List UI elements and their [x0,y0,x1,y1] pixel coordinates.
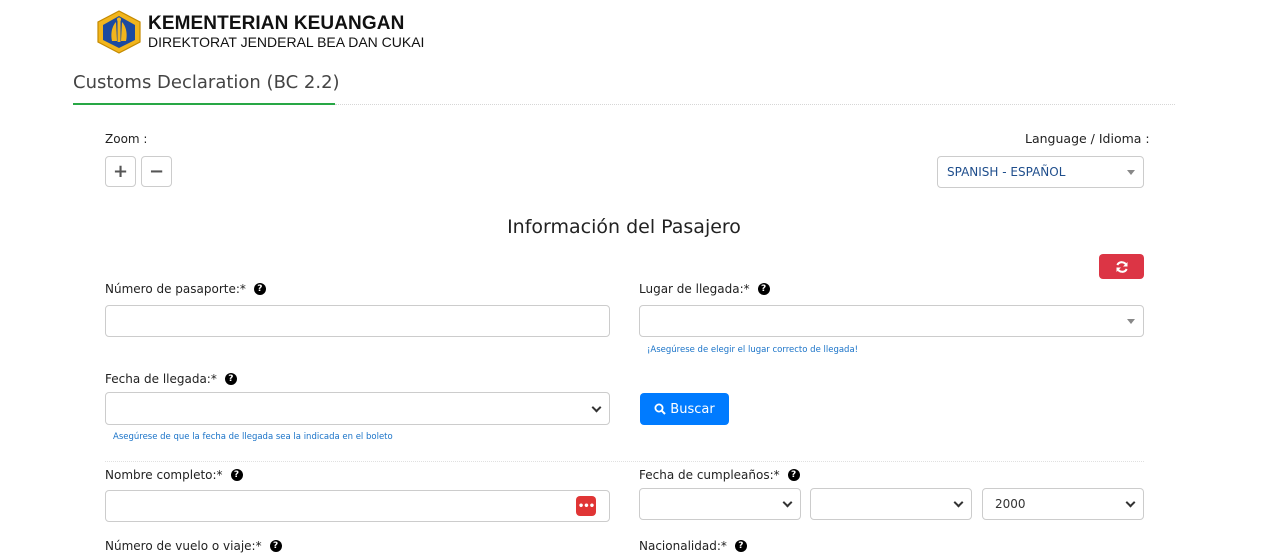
arrival-place-hint: ¡Asegúrese de elegir el lugar correcto d… [647,345,859,355]
caret-down-icon [1127,170,1135,175]
arrival-date-field-label: Fecha de llegada:* ? [105,372,237,386]
question-icon[interactable]: ? [253,283,266,295]
full-name-input[interactable]: ••• [105,490,610,522]
chevron-down-icon [591,402,602,412]
org-subtitle: DIREKTORAT JENDERAL BEA DAN CUKAI [148,34,425,51]
question-icon[interactable]: ? [734,540,747,552]
section-title: Información del Pasajero [507,216,741,238]
question-icon[interactable]: ? [224,373,237,385]
birthday-day-select[interactable] [639,488,801,520]
full-name-field-label: Nombre completo:* ? [105,468,243,482]
kemenkeu-emblem-icon [97,10,141,54]
chevron-down-icon [953,497,964,508]
language-value: SPANISH - ESPAÑOL [947,165,1066,179]
search-button[interactable]: Buscar [640,393,729,425]
header-logo: KEMENTERIAN KEUANGAN DIREKTORAT JENDERAL… [96,10,424,54]
question-icon[interactable]: ? [757,283,770,295]
chevron-down-icon [782,497,793,508]
zoom-out-button[interactable]: − [141,156,172,187]
nationality-label-text: Nacionalidad:* [639,539,727,553]
question-icon[interactable]: ? [787,469,800,481]
nationality-field-label: Nacionalidad:* ? [639,539,747,553]
passport-label-text: Número de pasaporte:* [105,282,246,296]
arrival-place-label-text: Lugar de llegada:* [639,282,750,296]
arrival-place-select[interactable] [639,305,1144,337]
title-underline [73,103,335,105]
birthday-month-select[interactable] [810,488,972,520]
birthday-year-select[interactable]: 2000 [982,488,1144,520]
full-name-label-text: Nombre completo:* [105,468,223,482]
password-manager-icon[interactable]: ••• [576,496,596,516]
birthday-year-value: 2000 [995,497,1026,511]
title-divider [335,104,1175,105]
question-icon[interactable]: ? [269,540,282,552]
section-divider [105,461,1144,462]
plus-icon: + [112,161,129,182]
arrival-date-label-text: Fecha de llegada:* [105,372,217,386]
minus-icon: − [148,161,165,182]
caret-down-icon [1127,319,1135,324]
birthday-label-text: Fecha de cumpleaños:* [639,468,780,482]
search-button-label: Buscar [670,401,715,417]
birthday-field-label: Fecha de cumpleaños:* ? [639,468,800,482]
question-icon[interactable]: ? [230,469,243,481]
passport-field-label: Número de pasaporte:* ? [105,282,266,296]
flight-number-label-text: Número de vuelo o viaje:* [105,539,262,553]
language-select[interactable]: SPANISH - ESPAÑOL [937,156,1144,188]
zoom-in-button[interactable]: + [105,156,136,187]
passport-input[interactable] [105,305,610,337]
refresh-icon [1115,260,1128,273]
search-icon [654,403,667,415]
page-title: Customs Declaration (BC 2.2) [73,72,340,93]
chevron-down-icon [1125,497,1136,508]
arrival-date-hint: Asegúrese de que la fecha de llegada sea… [113,432,393,442]
zoom-label: Zoom : [105,132,148,146]
flight-number-field-label: Número de vuelo o viaje:* ? [105,539,282,553]
reset-button[interactable] [1099,254,1144,279]
arrival-place-field-label: Lugar de llegada:* ? [639,282,770,296]
org-name: KEMENTERIAN KEUANGAN [148,13,405,35]
arrival-date-select[interactable] [105,392,610,425]
language-label: Language / Idioma : [1025,131,1150,146]
